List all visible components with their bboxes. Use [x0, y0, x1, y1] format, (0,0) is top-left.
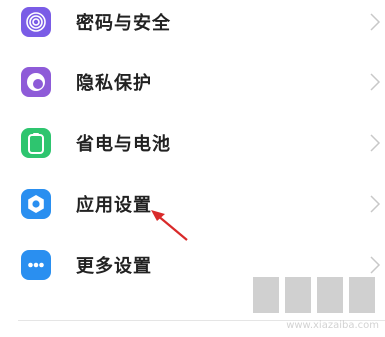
watermark-logo-icon — [253, 277, 375, 313]
settings-item-privacy[interactable]: 隐私保护 — [0, 52, 385, 112]
chevron-right-icon — [370, 13, 381, 31]
watermark-logo: www.xiazaiba.com — [249, 271, 379, 333]
chevron-right-icon — [370, 134, 381, 152]
settings-item-label: 密码与安全 — [76, 13, 171, 34]
chevron-right-icon — [370, 73, 381, 91]
annotation-arrow-icon — [151, 210, 188, 241]
settings-item-label: 省电与电池 — [76, 134, 171, 155]
settings-item-label: 更多设置 — [76, 256, 152, 277]
more-dots-icon — [21, 250, 51, 280]
privacy-eye-icon — [21, 67, 51, 97]
settings-item-label: 隐私保护 — [76, 73, 152, 94]
app-gear-icon — [21, 189, 51, 219]
fingerprint-icon — [21, 7, 51, 37]
settings-item-password-security[interactable]: 密码与安全 — [0, 0, 385, 52]
watermark-text: www.xiazaiba.com — [286, 320, 379, 331]
settings-item-battery[interactable]: 省电与电池 — [0, 113, 385, 173]
settings-item-label: 应用设置 — [76, 195, 152, 216]
chevron-right-icon — [370, 195, 381, 213]
battery-icon — [21, 128, 51, 158]
